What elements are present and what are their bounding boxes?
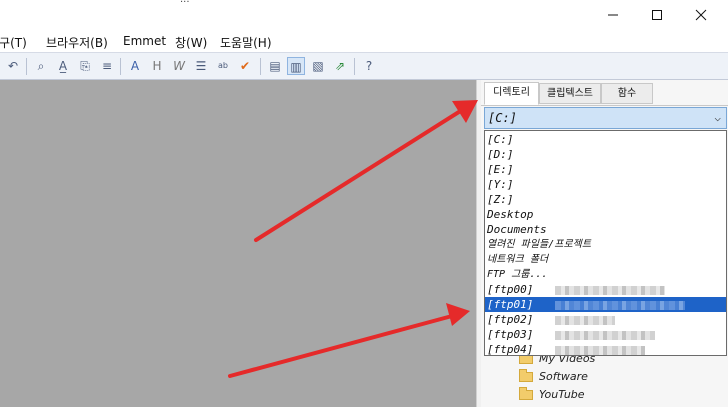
dropdown-option[interactable]: 네트워크 폴더 (485, 252, 726, 267)
tab-divider (481, 105, 728, 106)
dropdown-option-ftp-selected[interactable]: [ftp01] (485, 297, 726, 312)
close-button[interactable] (678, 0, 724, 30)
side-panel: 디렉토리 클립텍스트 함수 [C:] ⌵ My Videos Software … (481, 80, 728, 407)
option-label: [ftp02] (487, 313, 534, 326)
option-label: [ftp04] (487, 343, 534, 356)
folder-label: Software (539, 370, 588, 383)
dropdown-option-ftp[interactable]: [ftp02] (485, 312, 726, 327)
menu-tools[interactable]: 도구(T) (0, 34, 27, 51)
sidebar-icon[interactable]: ▤ (266, 57, 284, 75)
option-label: [C:] (487, 133, 514, 146)
folder-icon (519, 369, 533, 382)
editor-area[interactable] (0, 80, 476, 407)
option-label: [E:] (487, 163, 514, 176)
dropdown-option-ftp[interactable]: [ftp00] (485, 282, 726, 297)
toolbar-separator (120, 58, 121, 75)
list-icon[interactable]: ☰ (192, 57, 210, 75)
replace-icon[interactable]: A̲ (54, 57, 72, 75)
drive-combo-value: [C:] (488, 111, 517, 125)
minimize-icon (608, 14, 618, 16)
option-label: [Y:] (487, 178, 514, 191)
toolbar-separator (26, 58, 27, 75)
redacted-text (555, 330, 656, 340)
drive-combo[interactable]: [C:] ⌵ (484, 107, 727, 129)
abc-list-icon[interactable]: ab (214, 57, 232, 75)
redacted-text (555, 285, 666, 295)
toolbar-separator (260, 58, 261, 75)
menu-help[interactable]: 도움말(H) (220, 34, 272, 51)
tab-functions[interactable]: 함수 (601, 83, 653, 104)
heading-icon[interactable]: H (148, 57, 166, 75)
dropdown-option-ftp[interactable]: [ftp04] (485, 342, 726, 357)
dropdown-option[interactable]: [D:] (485, 147, 726, 162)
toolbar: ↶ ⌕ A̲ ⎘ ≡ A H W ☰ ab ✔ ▤ ▥ ▧ ⇗ ? (0, 52, 728, 80)
menu-window[interactable]: 창(W) (175, 34, 207, 51)
tab-cliptext[interactable]: 클립텍스트 (539, 83, 601, 104)
window-title: ... (180, 0, 190, 5)
panel-tabs: 디렉토리 클립텍스트 함수 (481, 82, 728, 106)
option-label: FTP 그룹... (487, 269, 548, 280)
dropdown-option[interactable]: Desktop (485, 207, 726, 222)
option-label: [ftp01] (487, 298, 534, 311)
dropdown-option-ftp[interactable]: [ftp03] (485, 327, 726, 342)
dropdown-option[interactable]: 열려진 파일들/프로젝트 (485, 237, 726, 252)
undo-icon[interactable]: ↶ (4, 57, 22, 75)
spellcheck-icon[interactable]: ✔ (236, 57, 254, 75)
format-icon[interactable]: ≡ (98, 57, 116, 75)
dropdown-option[interactable]: FTP 그룹... (485, 267, 726, 282)
panel-icon[interactable]: ▥ (287, 57, 305, 75)
font-icon[interactable]: A (126, 57, 144, 75)
option-label: [ftp00] (487, 283, 534, 296)
option-label: Desktop (487, 208, 534, 221)
maximize-icon (652, 10, 662, 20)
option-label: [ftp03] (487, 328, 534, 341)
drive-dropdown-list: [C:] [D:] [E:] [Y:] [Z:] Desktop Documen… (484, 130, 727, 356)
folder-item[interactable]: Software (519, 368, 588, 386)
redacted-text (555, 315, 616, 325)
option-label: 네트워크 폴더 (487, 254, 549, 265)
italic-w-icon[interactable]: W (170, 57, 188, 75)
clip-icon[interactable]: ⎘ (76, 57, 94, 75)
option-label: [D:] (487, 148, 514, 161)
tab-directory[interactable]: 디렉토리 (484, 82, 539, 105)
chevron-down-icon[interactable]: ⌵ (714, 108, 721, 128)
folder-icon (519, 387, 533, 400)
dropdown-option[interactable]: [E:] (485, 162, 726, 177)
folder-item[interactable]: YouTube (519, 386, 585, 404)
redacted-text (555, 345, 646, 355)
menu-bar: 도구(T) 브라우저(B) Emmet 창(W) 도움말(H) (0, 30, 728, 52)
dropdown-option[interactable]: Documents (485, 222, 726, 237)
find-icon[interactable]: ⌕ (32, 57, 50, 75)
menu-browser[interactable]: 브라우저(B) (46, 34, 108, 51)
close-icon (695, 9, 707, 21)
dropdown-option[interactable]: [Y:] (485, 177, 726, 192)
title-bar: ... (0, 0, 728, 30)
option-label: Documents (487, 223, 547, 236)
redacted-text (555, 300, 686, 310)
toolbar-separator (354, 58, 355, 75)
help-pointer-icon[interactable]: ? (360, 57, 378, 75)
maximize-button[interactable] (634, 0, 680, 30)
option-label: 열려진 파일들/프로젝트 (487, 239, 592, 250)
dropdown-option[interactable]: [C:] (485, 132, 726, 147)
minimize-button[interactable] (590, 0, 636, 30)
doc-icon[interactable]: ▧ (309, 57, 327, 75)
dropdown-option[interactable]: [Z:] (485, 192, 726, 207)
option-label: [Z:] (487, 193, 514, 206)
export-icon[interactable]: ⇗ (331, 57, 349, 75)
menu-emmet[interactable]: Emmet (123, 34, 166, 48)
folder-label: YouTube (539, 388, 585, 401)
